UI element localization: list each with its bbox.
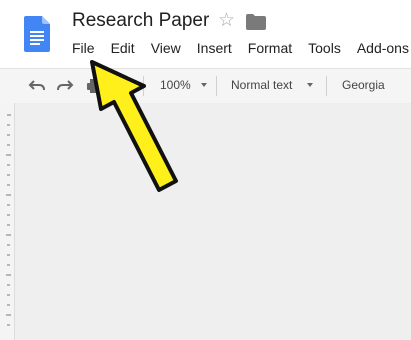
- menu-tools[interactable]: Tools: [308, 40, 341, 56]
- toolbar-divider: [326, 76, 327, 96]
- docs-header: Research Paper ☆ File Edit View Insert F…: [0, 0, 411, 68]
- undo-icon[interactable]: [28, 78, 46, 94]
- document-title[interactable]: Research Paper: [72, 10, 209, 32]
- toolbar: 100% Normal text Georgia: [0, 68, 411, 104]
- menu-file[interactable]: File: [72, 40, 95, 56]
- print-icon[interactable]: [86, 78, 104, 94]
- menu-add-ons[interactable]: Add-ons: [357, 40, 409, 56]
- folder-icon[interactable]: [246, 14, 266, 30]
- redo-icon[interactable]: [56, 78, 74, 94]
- menu-format[interactable]: Format: [248, 40, 292, 56]
- zoom-select[interactable]: 100%: [160, 78, 191, 92]
- paragraph-style-select[interactable]: Normal text: [231, 78, 292, 92]
- chevron-down-icon[interactable]: [201, 83, 207, 87]
- paint-format-icon[interactable]: [114, 78, 132, 94]
- menu-bar: File Edit View Insert Format Tools Add-o…: [72, 40, 411, 56]
- menu-view[interactable]: View: [151, 40, 181, 56]
- menu-edit[interactable]: Edit: [111, 40, 135, 56]
- vertical-ruler: [0, 103, 15, 340]
- google-docs-logo-icon[interactable]: [24, 16, 50, 52]
- star-icon[interactable]: ☆: [218, 11, 235, 30]
- font-select[interactable]: Georgia: [342, 78, 385, 92]
- toolbar-divider: [143, 76, 144, 96]
- chevron-down-icon[interactable]: [307, 83, 313, 87]
- toolbar-divider: [216, 76, 217, 96]
- menu-insert[interactable]: Insert: [197, 40, 232, 56]
- document-canvas[interactable]: [0, 103, 411, 340]
